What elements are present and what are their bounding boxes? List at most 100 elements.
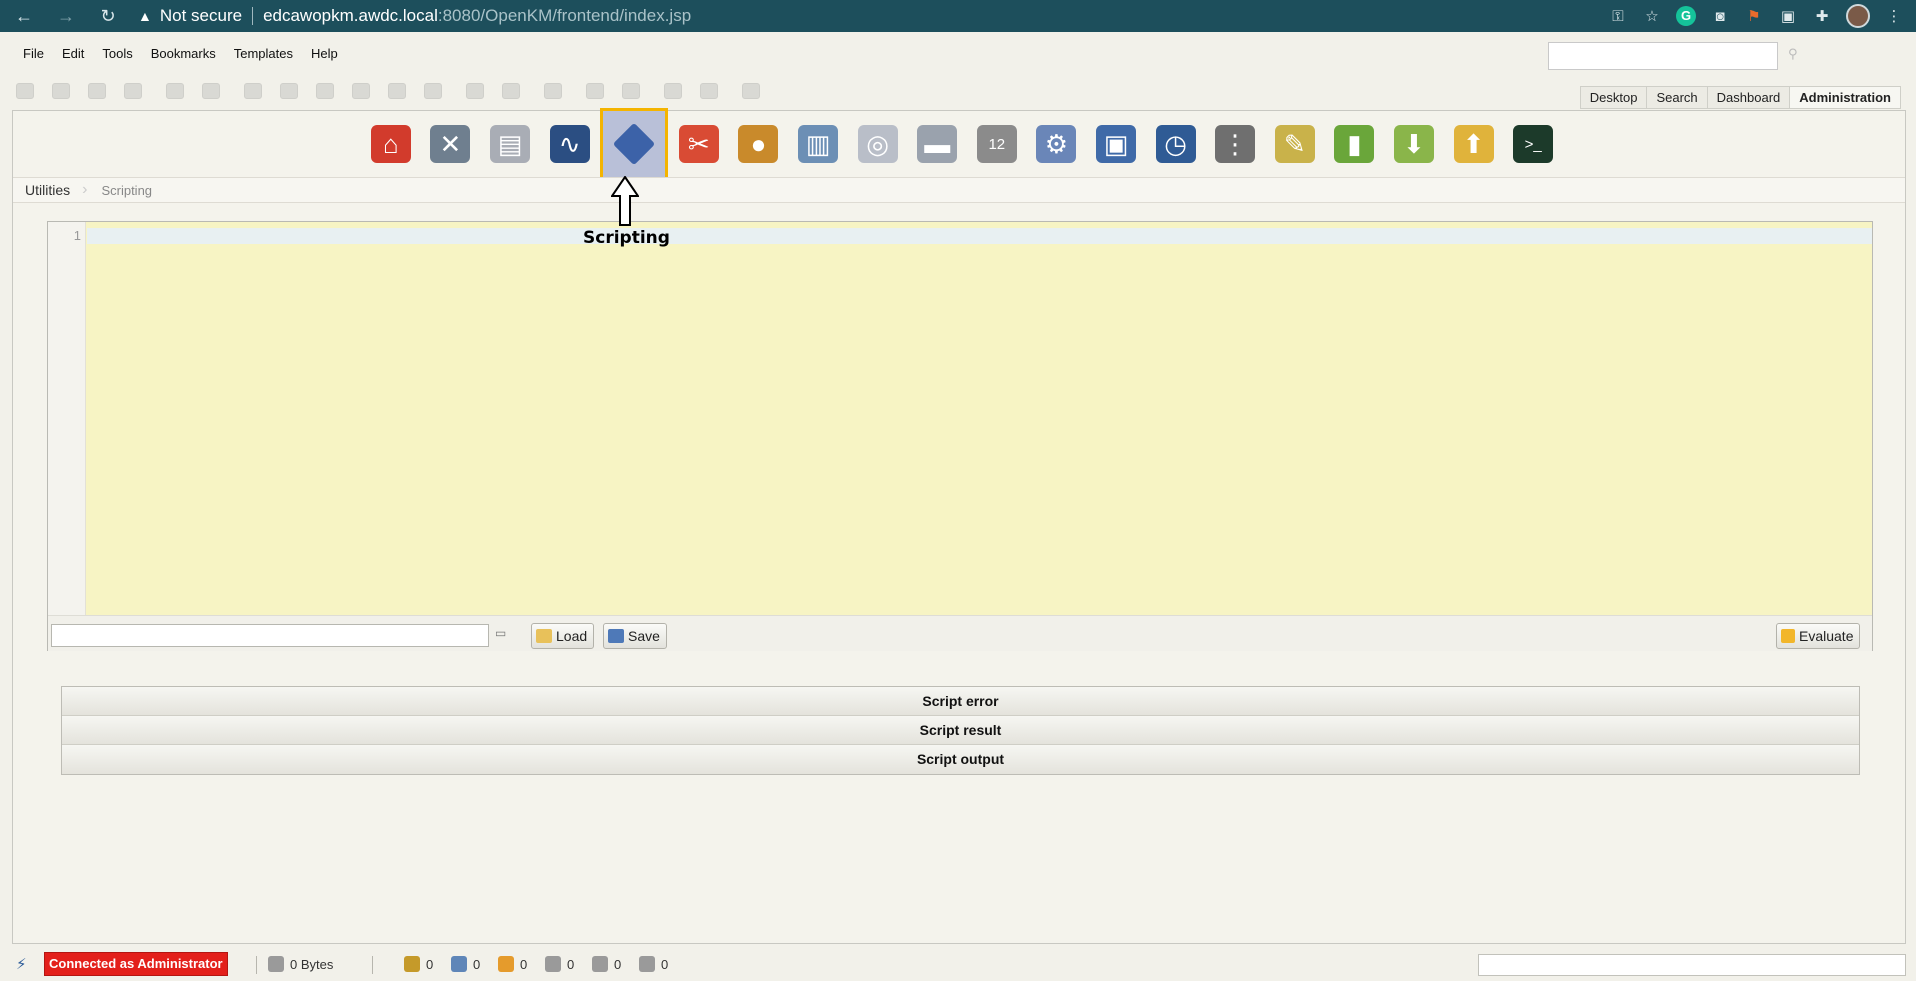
script-result-section[interactable]: Script result [62,716,1859,745]
workspace-tabs: Desktop Search Dashboard Administration [1579,86,1901,109]
grammarly-icon[interactable]: G [1676,6,1696,26]
back-arrow-icon[interactable]: ← [10,6,38,27]
properties-icon: ▣ [1095,125,1136,163]
quota-value: 0 Bytes [290,956,334,972]
tab-dashboard[interactable]: Dashboard [1706,86,1791,109]
quick-search-input[interactable] [1548,42,1778,70]
address-bar[interactable]: edcawopkm.awdc.local:8080/OpenKM/fronten… [263,6,691,26]
breadcrumb-current: Scripting [101,182,153,198]
lock-counter[interactable]: 0 [404,956,433,972]
home-tool-button[interactable]: ⌂ [362,115,420,173]
users-tool-button[interactable]: ● [729,115,787,173]
tools-tool-button[interactable]: ✕ [421,115,479,173]
tag-counter[interactable]: 0 [545,956,574,972]
tab-search[interactable]: Search [1646,86,1708,109]
mail-counter[interactable]: 0 [498,956,527,972]
database-icon: ▥ [798,125,839,163]
toolbar-icon[interactable] [424,83,442,99]
terminal-tool-button[interactable]: >_ [1504,115,1562,173]
database-tool-button[interactable]: ▥ [789,115,847,173]
properties-tool-button[interactable]: ▣ [1087,115,1145,173]
menu-file[interactable]: File [14,46,53,61]
toolbar-icon[interactable] [280,83,298,99]
browse-icon[interactable]: ▭ [495,626,515,642]
reload-icon[interactable]: ↻ [94,6,122,27]
security-label[interactable]: Not secure [160,6,242,26]
menu-help[interactable]: Help [302,46,347,61]
menu-tools[interactable]: Tools [93,46,141,61]
import-icon: ⬇ [1393,125,1434,163]
toolbar-icon[interactable] [16,83,34,99]
toolbar-icon[interactable] [124,83,142,99]
screen-capture-icon[interactable]: ▣ [1778,7,1798,25]
extension-flag-icon[interactable]: ⚑ [1744,7,1764,25]
disk-icon [268,956,284,972]
search-doc-icon: ◎ [857,125,898,163]
camera-icon[interactable]: ◙ [1710,8,1730,25]
search-icon[interactable]: ⚲ [1788,46,1798,62]
menu-templates[interactable]: Templates [225,46,302,61]
gear-tool-button[interactable]: ⚙ [1027,115,1085,173]
script-output-section[interactable]: Script output [62,745,1859,774]
clip-counter[interactable]: 0 [639,956,668,972]
edit-counter[interactable]: 0 [451,956,480,972]
monitor-tool-button[interactable]: ∿ [541,115,599,173]
forward-arrow-icon[interactable]: → [52,6,80,27]
toolbar-icon[interactable] [544,83,562,99]
clock-icon: ◷ [1155,125,1196,163]
toolbar-icon[interactable] [52,83,70,99]
kebab-menu-icon[interactable]: ⋮ [1884,7,1904,25]
toolbar-icon[interactable] [586,83,604,99]
menu-bookmarks[interactable]: Bookmarks [142,46,225,61]
books-tool-button[interactable]: ▮ [1325,115,1383,173]
brush-tool-button[interactable]: ✎ [1266,115,1324,173]
tab-desktop[interactable]: Desktop [1579,86,1648,109]
toolbar-icon[interactable] [244,83,262,99]
scripting-tool-button[interactable] [600,108,669,180]
toolbar-icon[interactable] [466,83,484,99]
toolbar-icon[interactable] [202,83,220,99]
puzzle-icon[interactable]: ✚ [1812,7,1832,25]
breadcrumb-root[interactable]: Utilities [13,182,82,198]
preview-tool-button[interactable]: ▤ [481,115,539,173]
calendar-tool-button[interactable]: 12 [968,115,1026,173]
export-tool-button[interactable]: ⬆ [1445,115,1503,173]
menu-edit[interactable]: Edit [53,46,93,61]
warning-icon[interactable]: ▲ [138,8,152,24]
scanner-tool-button[interactable]: ▬ [908,115,966,173]
edit-icon [451,956,467,972]
status-bar: ⚡ Connected as Administrator 0 Bytes 0 0 0… [0,948,1916,981]
counter-value: 0 [520,956,528,972]
gear-small-counter[interactable]: 0 [592,956,621,972]
document-toolbar [16,80,778,102]
search-doc-tool-button[interactable]: ◎ [849,115,907,173]
toolbar-icon[interactable] [742,83,760,99]
script-error-section[interactable]: Script error [62,687,1859,716]
toolbar-icon[interactable] [502,83,520,99]
script-path-input[interactable] [51,624,489,647]
list-icon: ⋮ [1215,125,1256,163]
status-message-field [1478,954,1906,976]
avatar[interactable] [1846,4,1870,28]
list-tool-button[interactable]: ⋮ [1206,115,1264,173]
toolbar-icon[interactable] [316,83,334,99]
evaluate-button[interactable]: Evaluate [1776,623,1861,649]
toolbar-icon[interactable] [664,83,682,99]
script-editor[interactable]: 1 ▭ Load Save Evaluate [47,221,1873,651]
evaluate-label: Evaluate [1799,628,1854,644]
toolbar-icon[interactable] [352,83,370,99]
import-tool-button[interactable]: ⬇ [1385,115,1443,173]
scissors-tool-button[interactable]: ✂ [670,115,728,173]
browser-actions: ⚿ ☆ G ◙ ⚑ ▣ ✚ ⋮ [1608,0,1904,32]
toolbar-icon[interactable] [88,83,106,99]
toolbar-icon[interactable] [622,83,640,99]
star-icon[interactable]: ☆ [1642,7,1662,25]
toolbar-icon[interactable] [166,83,184,99]
toolbar-icon[interactable] [700,83,718,99]
key-icon[interactable]: ⚿ [1608,8,1628,25]
clock-tool-button[interactable]: ◷ [1147,115,1205,173]
toolbar-icon[interactable] [388,83,406,99]
load-button[interactable]: Load [531,623,595,649]
save-button[interactable]: Save [603,623,667,649]
tab-administration[interactable]: Administration [1789,86,1901,109]
